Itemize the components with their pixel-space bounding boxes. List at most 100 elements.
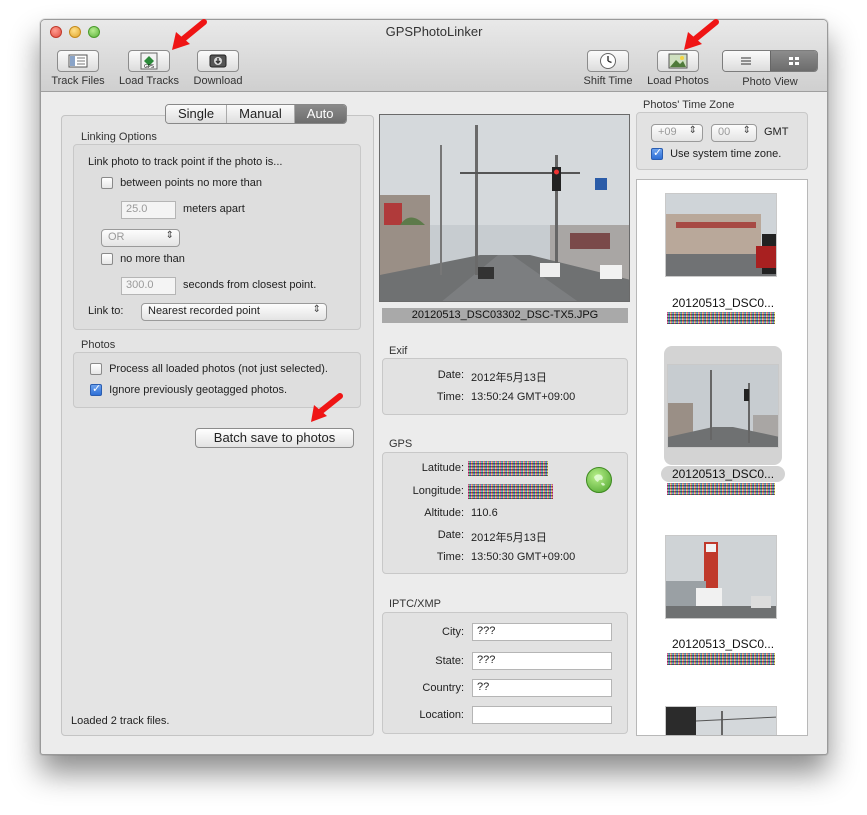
between-points-label: between points no more than: [120, 177, 262, 189]
gps-icon-text: GPS: [144, 64, 154, 70]
exif-date-value: 2012年5月13日: [471, 372, 547, 384]
thumbnail-3-info: [667, 653, 775, 665]
tab-auto[interactable]: Auto: [294, 105, 346, 123]
tab-manual[interactable]: Manual: [227, 105, 295, 123]
updown-arrow-icon: ⇕: [688, 125, 697, 136]
state-label: State:: [435, 655, 464, 667]
tz-minutes-popup[interactable]: 00 ⇕: [711, 124, 757, 142]
annotation-arrow-load-photos: [680, 18, 720, 52]
seconds-label: seconds from closest point.: [183, 279, 317, 291]
app-window: GPSPhotoLinker Track Files GPS Load Trac…: [40, 19, 828, 755]
photos-title: Photos: [81, 339, 116, 351]
meters-field[interactable]: 25.0: [121, 201, 176, 219]
location-field[interactable]: [472, 706, 612, 724]
load-photos-label: Load Photos: [647, 75, 709, 87]
longitude-label: Longitude:: [412, 485, 464, 497]
mode-segmented-control[interactable]: Single Manual Auto: [165, 104, 347, 124]
exif-date-label: Date:: [437, 369, 464, 381]
latitude-value: [468, 461, 548, 476]
photo-preview: [379, 114, 630, 302]
link-to-value: Nearest recorded point: [148, 305, 260, 317]
ignore-geotagged-row: Ignore previously geotagged photos.: [90, 382, 288, 397]
download-button[interactable]: Download: [187, 50, 249, 87]
gps-time-label: Time:: [436, 551, 464, 563]
longitude-value: [468, 484, 553, 499]
use-system-tz-row: Use system time zone.: [651, 146, 782, 161]
exif-time-label: Time:: [436, 391, 464, 403]
exif-title: Exif: [389, 345, 408, 357]
globe-icon[interactable]: [586, 467, 612, 493]
thumbnail-4[interactable]: [665, 706, 777, 735]
track-files-button[interactable]: Track Files: [46, 50, 110, 87]
track-files-label: Track Files: [51, 75, 105, 87]
shift-time-label: Shift Time: [583, 75, 633, 87]
seconds-field[interactable]: 300.0: [121, 277, 176, 295]
tz-hours-value: +09: [658, 126, 677, 138]
link-to-label: Link to:: [88, 305, 124, 317]
load-tracks-label: Load Tracks: [119, 75, 179, 87]
status-text: Loaded 2 track files.: [71, 715, 170, 727]
load-photos-button[interactable]: Load Photos: [642, 50, 714, 87]
photo-view-label: Photo View: [742, 76, 798, 88]
process-all-checkbox[interactable]: [90, 363, 102, 376]
country-field[interactable]: ??: [472, 679, 612, 697]
use-system-tz-label: Use system time zone.: [670, 148, 782, 160]
batch-save-button[interactable]: Batch save to photos: [195, 428, 354, 448]
download-label: Download: [193, 75, 243, 87]
linking-options-title: Linking Options: [81, 131, 157, 143]
clock-icon: [587, 50, 629, 72]
linking-intro: Link photo to track point if the photo i…: [88, 156, 283, 168]
gmt-label: GMT: [764, 126, 789, 138]
country-label: Country:: [422, 682, 464, 694]
updown-arrow-icon: ⇕: [742, 125, 751, 136]
use-system-tz-checkbox[interactable]: [651, 146, 663, 161]
thumbnail-3-name: 20120513_DSC0...: [671, 637, 775, 651]
timezone-title: Photos' Time Zone: [643, 99, 735, 111]
state-field[interactable]: ???: [472, 652, 612, 670]
gps-time-value: 13:50:30 GMT+09:00: [471, 551, 576, 563]
iptc-title: IPTC/XMP: [389, 598, 441, 610]
exif-time-value: 13:50:24 GMT+09:00: [471, 391, 576, 403]
updown-arrow-icon: ⇕: [312, 304, 321, 315]
thumbnail-1-name: 20120513_DSC0...: [671, 296, 775, 310]
photo-list[interactable]: 20120513_DSC0... 20120513_DSC0... 201205…: [636, 179, 808, 736]
ignore-geotagged-label: Ignore previously geotagged photos.: [109, 384, 288, 396]
tz-minutes-value: 00: [718, 126, 731, 138]
thumbnail-2[interactable]: [667, 364, 779, 448]
ignore-geotagged-checkbox[interactable]: [90, 382, 102, 397]
shift-time-button[interactable]: Shift Time: [577, 50, 639, 87]
list-view-icon[interactable]: [723, 51, 770, 71]
thumbnail-3[interactable]: [665, 535, 777, 619]
thumbnail-2-name: 20120513_DSC0...: [671, 467, 775, 481]
no-more-than-label: no more than: [120, 253, 185, 265]
tab-single[interactable]: Single: [166, 105, 228, 123]
photo-icon: [657, 50, 699, 72]
annotation-arrow-batch-save: [308, 392, 344, 424]
between-points-row: between points no more than: [101, 177, 262, 190]
no-more-than-checkbox[interactable]: [101, 253, 113, 266]
between-points-checkbox[interactable]: [101, 177, 113, 190]
gps-date-label: Date:: [437, 529, 464, 541]
link-to-popup[interactable]: Nearest recorded point ⇕: [141, 303, 327, 321]
thumbnail-1[interactable]: [665, 193, 777, 277]
altitude-label: Altitude:: [424, 507, 464, 519]
no-more-than-row: no more than: [101, 253, 185, 266]
thumbnail-1-info: [667, 312, 775, 324]
thumbnail-2-info: [667, 483, 775, 495]
city-field[interactable]: ???: [472, 623, 612, 641]
meters-label: meters apart: [183, 203, 245, 215]
exif-group: [382, 358, 628, 415]
gps-icon: GPS: [128, 50, 170, 72]
grid-view-icon[interactable]: [769, 51, 817, 71]
updown-arrow-icon: ⇕: [165, 230, 174, 241]
location-label: Location:: [419, 709, 464, 721]
photo-view-segmented-control[interactable]: [722, 50, 818, 72]
operator-popup[interactable]: OR ⇕: [101, 229, 180, 247]
tz-hours-popup[interactable]: +09 ⇕: [651, 124, 703, 142]
gps-title: GPS: [389, 438, 413, 450]
city-label: City:: [442, 626, 464, 638]
altitude-value: 110.6: [471, 507, 498, 519]
operator-value: OR: [108, 231, 125, 243]
download-icon: [197, 50, 239, 72]
load-tracks-button[interactable]: GPS Load Tracks: [115, 50, 183, 87]
